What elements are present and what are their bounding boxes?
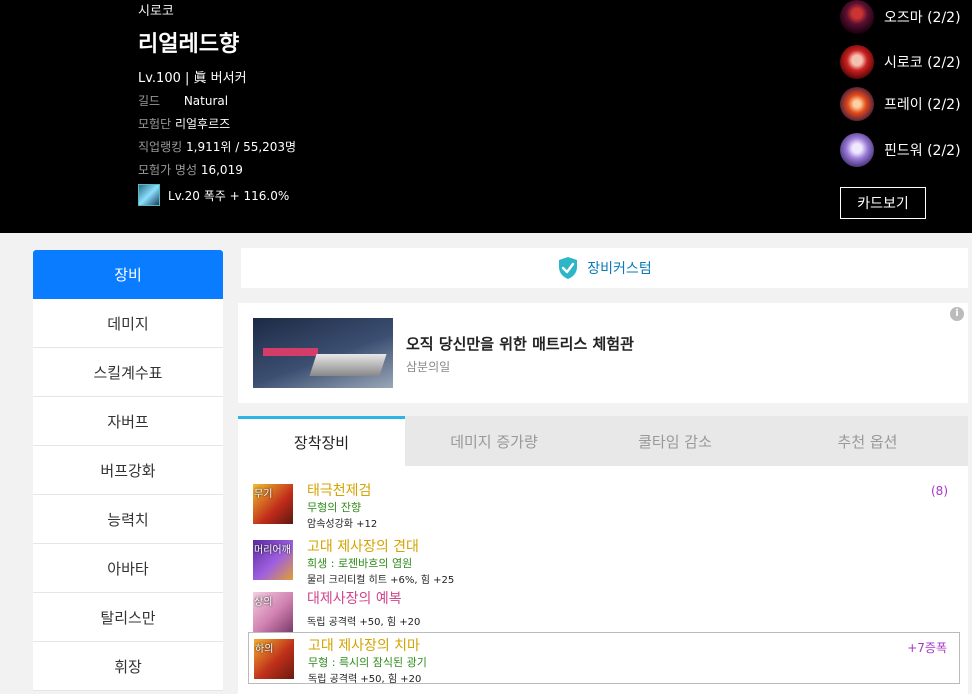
union-character-prey[interactable]: 프레이 (2/2): [840, 87, 961, 121]
union-character-fiendwar[interactable]: 핀드워 (2/2): [840, 133, 961, 167]
link-skill-row: Lv.20 폭주 + 116.0%: [138, 184, 289, 206]
union-character-siroco[interactable]: 시로코 (2/2): [840, 45, 961, 79]
equipment-custom-label: 장비커스텀: [587, 261, 652, 277]
link-skill-text: Lv.20 폭주 + 116.0%: [168, 188, 290, 203]
slot-label: 무기: [254, 489, 273, 500]
item-fusion: 무형의 잔향: [307, 501, 362, 514]
slot-label: 하의: [255, 644, 274, 655]
tab-cooldown-reduction[interactable]: 쿨타임 감소: [583, 416, 767, 466]
union-label: 모험단: [138, 117, 172, 131]
union-value: 리얼후르즈: [174, 117, 231, 131]
sidebar-item-talisman[interactable]: 탈리스만: [33, 593, 223, 642]
union-character-label: 프레이 (2/2): [884, 97, 961, 113]
fame-value: 16,019: [200, 163, 243, 177]
sidebar-item-self-buff[interactable]: 자버프: [33, 397, 223, 446]
sidebar-item-equipment[interactable]: 장비: [33, 250, 223, 299]
fame-label: 모험가 명성: [138, 163, 198, 177]
item-enchant: 암속성강화 +12: [307, 519, 378, 530]
fiendwar-avatar-icon: [840, 133, 874, 167]
mattress-ad-image: [253, 318, 393, 388]
advertisement-banner[interactable]: 오직 당신만을 위한 매트리스 체험관 삼분의일 i: [238, 303, 968, 403]
bottom-armor-icon: 하의: [254, 639, 294, 679]
item-enchant: 독립 공격력 +50, 힘 +20: [307, 617, 421, 628]
rank-label: 직업랭킹: [138, 140, 183, 154]
equipment-custom-button[interactable]: 장비커스텀: [241, 248, 968, 288]
sidebar-item-stats[interactable]: 능력치: [33, 495, 223, 544]
tab-recommended-options[interactable]: 추천 옵션: [767, 416, 968, 466]
item-name: 태극천제검: [307, 483, 372, 499]
union-character-label: 핀드워 (2/2): [884, 143, 961, 159]
slot-label: 머리어깨: [254, 545, 291, 556]
fame-row: 모험가 명성 16,019: [138, 161, 243, 178]
item-reinforce: (8): [931, 484, 948, 498]
prey-avatar-icon: [840, 87, 874, 121]
weapon-icon: 무기: [253, 484, 293, 524]
ad-info-icon[interactable]: i: [950, 307, 964, 321]
character-header: 시로코 리얼레드향 Lv.100 | 眞 버서커 길드 Natural 모험단 …: [0, 0, 972, 233]
ozma-avatar-icon: [840, 0, 874, 34]
sidebar-item-emblem[interactable]: 휘장: [33, 642, 223, 691]
sidebar-item-skill-coefficient[interactable]: 스킬계수표: [33, 348, 223, 397]
level-job: Lv.100 | 眞 버서커: [138, 71, 247, 86]
job-rank-row: 직업랭킹 1,911위 / 55,203명: [138, 138, 296, 155]
tab-equipped[interactable]: 장착장비: [238, 416, 405, 466]
frenzy-skill-icon: [138, 184, 160, 206]
sidebar-item-damage[interactable]: 데미지: [33, 299, 223, 348]
tab-damage-increase[interactable]: 데미지 증가량: [405, 416, 583, 466]
sidebar-item-avatar[interactable]: 아바타: [33, 544, 223, 593]
siroco-avatar-icon: [840, 45, 874, 79]
view-card-button[interactable]: 카드보기: [840, 187, 926, 219]
rank-value: 1,911위 / 55,203명: [186, 140, 297, 154]
equipment-row-shoulder[interactable]: 머리어깨 고대 제사장의 견대 희생 : 로젠바흐의 염원 물리 크리티컬 히트…: [248, 534, 960, 586]
union-character-label: 시로코 (2/2): [884, 55, 961, 71]
sidebar: 장비 데미지 스킬계수표 자버프 버프강화 능력치 아바타 탈리스만 휘장: [33, 250, 223, 691]
item-amplify: +7증폭: [907, 641, 947, 655]
equipment-tabs: 장착장비 데미지 증가량 쿨타임 감소 추천 옵션: [238, 416, 968, 466]
top-armor-icon: 상의: [253, 592, 293, 632]
guild-row: 길드 Natural: [138, 92, 228, 109]
shield-check-icon: [559, 257, 578, 279]
equipment-row-bottom[interactable]: 하의 고대 제사장의 치마 무형 : 륵시의 잠식된 광기 독립 공격력 +50…: [248, 632, 960, 685]
union-character-ozma[interactable]: 오즈마 (2/2): [840, 0, 961, 34]
item-name: 고대 제사장의 견대: [307, 539, 419, 555]
slot-label: 상의: [254, 597, 273, 608]
ad-title: 오직 당신만을 위한 매트리스 체험관: [406, 335, 634, 353]
equipment-row-top[interactable]: 상의 대제사장의 예복 독립 공격력 +50, 힘 +20: [248, 586, 960, 638]
item-name: 고대 제사장의 치마: [308, 638, 420, 654]
adventure-union-row: 모험단 리얼후르즈: [138, 115, 230, 132]
item-fusion: 무형 : 륵시의 잠식된 광기: [308, 656, 427, 669]
guild-value: Natural: [183, 94, 229, 108]
union-character-label: 오즈마 (2/2): [884, 10, 961, 26]
equipment-list: 무기 태극천제검 무형의 잔향 암속성강화 +12 (8) 머리어깨 고대 제사…: [238, 466, 968, 694]
ad-subtitle: 삼분의일: [406, 360, 451, 374]
item-enchant: 물리 크리티컬 히트 +6%, 힘 +25: [307, 575, 455, 586]
sidebar-item-buff-enhance[interactable]: 버프강화: [33, 446, 223, 495]
guild-label: 길드: [138, 94, 161, 108]
character-name: 리얼레드향: [138, 32, 240, 57]
item-fusion: 희생 : 로젠바흐의 염원: [307, 557, 413, 570]
item-enchant: 독립 공격력 +50, 힘 +20: [308, 674, 422, 685]
shoulder-icon: 머리어깨: [253, 540, 293, 580]
server-name: 시로코: [138, 4, 174, 19]
equipment-row-weapon[interactable]: 무기 태극천제검 무형의 잔향 암속성강화 +12 (8): [248, 478, 960, 530]
item-name: 대제사장의 예복: [307, 591, 402, 607]
